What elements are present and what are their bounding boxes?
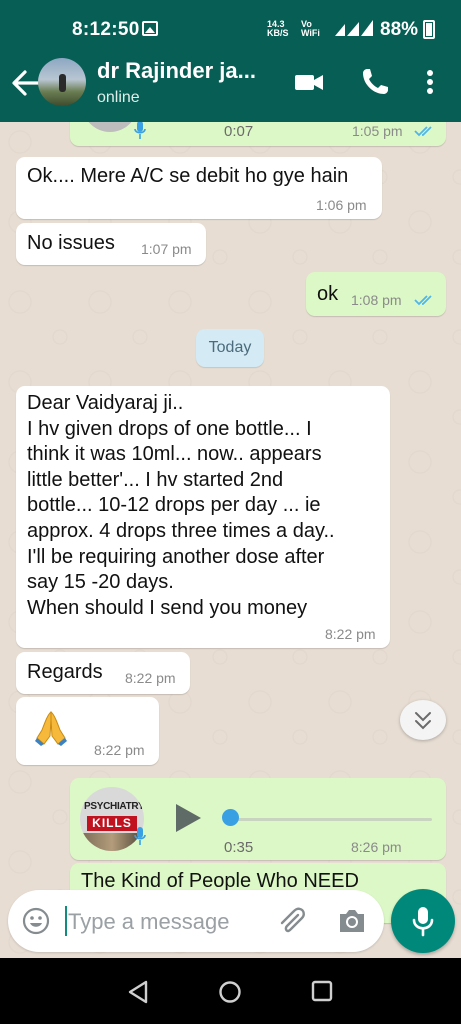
system-nav-bar: [0, 958, 461, 1024]
scroll-to-bottom-button[interactable]: [400, 700, 446, 740]
mic-icon: [134, 827, 146, 845]
message-time: 8:22 pm: [125, 670, 176, 686]
mic-icon: [412, 907, 434, 937]
message-text: No issues: [27, 232, 115, 254]
message-time: 8:22 pm: [325, 626, 376, 642]
read-receipt-icon: [414, 126, 432, 137]
clock: 8:12:50: [72, 19, 140, 40]
message-text: Dear Vaidyaraj ji.. I hv given drops of …: [27, 392, 335, 619]
chat-header: dr Rajinder ja... online: [0, 44, 461, 122]
voice-message-top[interactable]: 0:07 1:05 pm: [70, 122, 446, 146]
voice-message[interactable]: PSYCHIATRY KILLS 0:35 8:26 pm: [70, 778, 446, 860]
mic-icon: [134, 122, 146, 139]
incoming-message[interactable]: Regards 8:22 pm: [16, 652, 190, 694]
nav-home-icon[interactable]: [218, 980, 242, 1004]
message-text: Ok.... Mere A/C se debit ho gye hain: [27, 165, 349, 187]
signal-icon: [335, 20, 373, 36]
camera-icon[interactable]: [336, 906, 368, 936]
incoming-message[interactable]: Dear Vaidyaraj ji.. I hv given drops of …: [16, 386, 390, 648]
volte-indicator: Vo WiFi: [301, 19, 320, 38]
text-cursor: [65, 906, 67, 936]
message-input[interactable]: Type a message: [68, 909, 229, 935]
incoming-message[interactable]: No issues 1:07 pm: [16, 223, 206, 265]
status-bar: 8:12:50 14.3 KB/S Vo WiFi 88%: [0, 0, 461, 44]
nav-recents-icon[interactable]: [311, 980, 333, 1002]
voice-thumbnail: [82, 122, 138, 132]
audio-seek-handle[interactable]: [222, 809, 239, 826]
date-divider: Today: [196, 329, 264, 367]
voice-duration: 0:07: [224, 123, 254, 140]
nav-back-icon[interactable]: [126, 979, 150, 1005]
video-call-icon[interactable]: [293, 66, 325, 98]
message-time: 1:05 pm: [352, 123, 403, 139]
contact-status: online: [97, 89, 140, 106]
message-time: 8:26 pm: [351, 839, 402, 855]
double-chevron-down-icon: [415, 712, 431, 730]
emoji-icon[interactable]: [22, 907, 50, 935]
message-list[interactable]: 0:07 1:05 pm Ok.... Mere A/C se debit ho…: [0, 122, 461, 958]
more-options-icon[interactable]: [414, 66, 446, 98]
message-time: 1:07 pm: [141, 241, 192, 257]
battery-percent: 88%: [380, 19, 419, 40]
network-speed: 14.3 KB/S: [267, 19, 289, 38]
avatar[interactable]: [38, 58, 86, 106]
outgoing-message[interactable]: ok 1:08 pm: [306, 272, 446, 316]
audio-progress-track[interactable]: [230, 818, 432, 821]
gallery-notification-icon: [142, 21, 158, 36]
message-time: 1:08 pm: [351, 292, 402, 308]
voice-record-button[interactable]: [391, 889, 455, 953]
phone-call-icon[interactable]: [359, 66, 391, 98]
contact-name[interactable]: dr Rajinder ja...: [97, 58, 256, 84]
message-composer[interactable]: Type a message: [8, 890, 384, 952]
voice-duration: 0:35: [224, 839, 254, 856]
thumbnail-caption: PSYCHIATRY: [84, 801, 144, 812]
play-icon[interactable]: [174, 803, 202, 833]
battery-icon: [423, 20, 435, 39]
message-text: ok: [317, 283, 339, 305]
thumbnail-caption: KILLS: [87, 816, 137, 831]
incoming-message[interactable]: 8:22 pm: [16, 697, 159, 765]
attach-icon[interactable]: [276, 905, 308, 937]
message-text: Regards: [27, 661, 103, 683]
message-time: 1:06 pm: [316, 197, 367, 213]
read-receipt-icon: [414, 295, 432, 306]
incoming-message[interactable]: Ok.... Mere A/C se debit ho gye hain 1:0…: [16, 157, 382, 219]
folded-hands-emoji: [35, 711, 67, 746]
message-time: 8:22 pm: [94, 742, 145, 758]
